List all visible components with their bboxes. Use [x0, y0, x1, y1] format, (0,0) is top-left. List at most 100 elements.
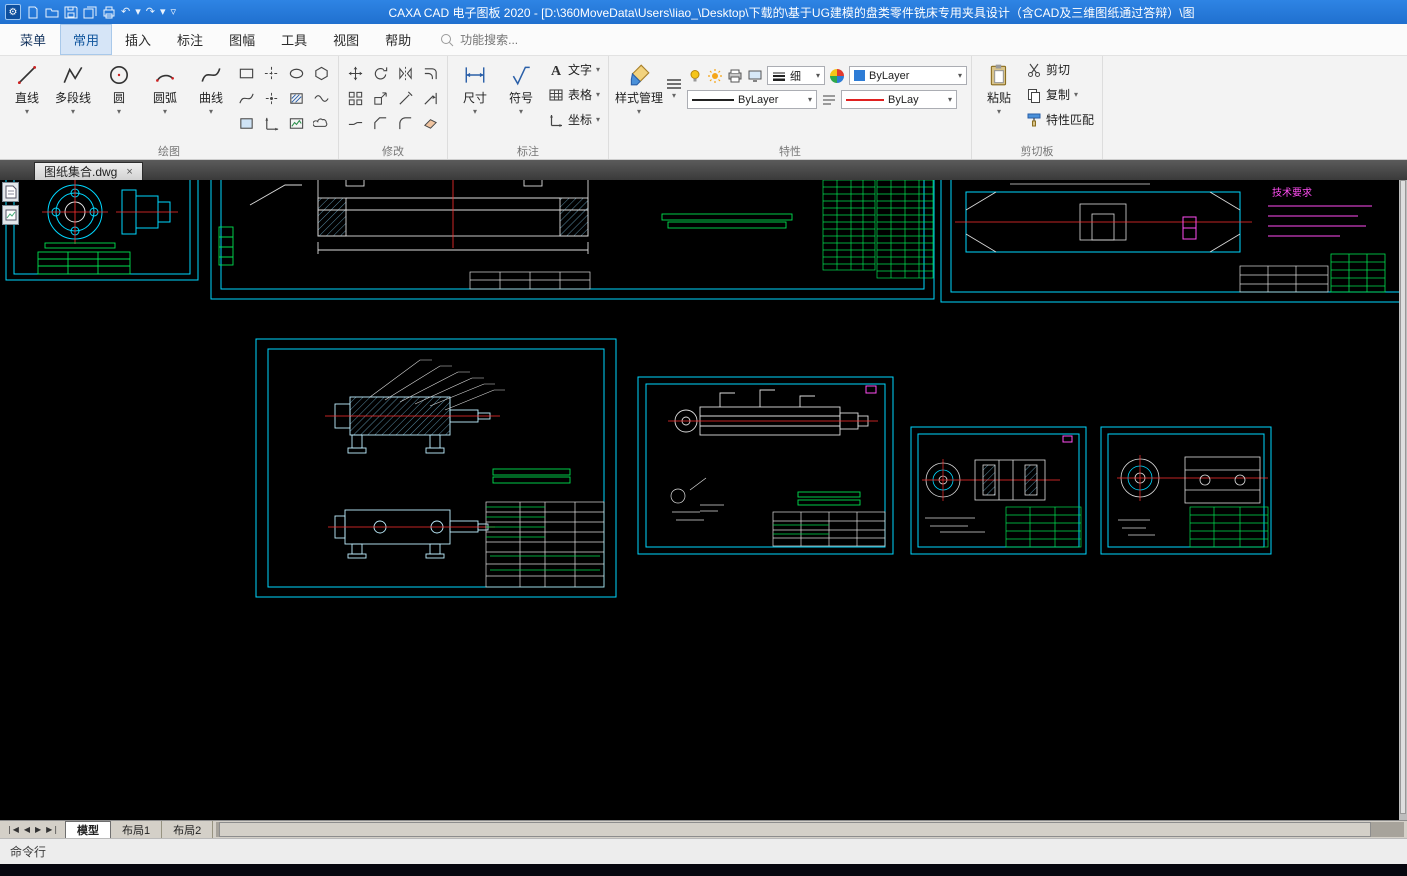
tech-requirements-title: 技术要求: [1272, 186, 1312, 199]
tab-layout2[interactable]: 布局2: [162, 821, 214, 838]
hatch-icon[interactable]: [288, 90, 305, 107]
last-sheet-icon[interactable]: ▶❘: [45, 825, 60, 834]
new-file-icon[interactable]: [26, 6, 40, 19]
match-properties-button[interactable]: 特性匹配: [1022, 107, 1098, 132]
rotate-icon[interactable]: [372, 65, 389, 82]
color-combo[interactable]: ByLayer ▾: [849, 66, 968, 85]
cad-drawing-canvas[interactable]: 技术要求: [0, 180, 1399, 820]
command-line-label: 命令行: [10, 845, 47, 859]
cut-button[interactable]: 剪切: [1022, 57, 1098, 82]
style-manager-button[interactable]: 样式管理 ▾: [613, 57, 665, 116]
app-logo-icon[interactable]: ⚙: [5, 4, 21, 20]
spline-small-icon[interactable]: [238, 90, 255, 107]
tab-model[interactable]: 模型: [65, 821, 112, 838]
centerline-icon[interactable]: [263, 65, 280, 82]
search-input[interactable]: [460, 32, 556, 47]
save-icon[interactable]: [64, 6, 78, 19]
region-icon[interactable]: [238, 115, 255, 132]
vertical-scrollbar-thumb[interactable]: [1400, 180, 1406, 814]
symbol-tool-button[interactable]: 符号 ▾: [498, 57, 544, 116]
vertical-scrollbar[interactable]: [1399, 180, 1407, 820]
menu-button[interactable]: 菜单: [6, 24, 60, 55]
trim-icon[interactable]: [397, 90, 414, 107]
properties-panel-icon[interactable]: [2, 182, 19, 202]
point-icon[interactable]: [263, 90, 280, 107]
library-panel-icon[interactable]: [2, 205, 19, 225]
wave-icon[interactable]: [313, 90, 330, 107]
sun-icon[interactable]: [707, 68, 723, 84]
color-wheel-icon[interactable]: [829, 68, 845, 84]
ellipse-icon[interactable]: [288, 65, 305, 82]
chamfer-icon[interactable]: [372, 115, 389, 132]
offset-icon[interactable]: [422, 65, 439, 82]
first-sheet-icon[interactable]: ❘◀: [5, 825, 20, 834]
redo-icon[interactable]: ↷: [146, 6, 155, 19]
fillet-icon[interactable]: [397, 115, 414, 132]
rectangle-icon[interactable]: [238, 65, 255, 82]
ribbon-group-clipboard: 粘贴 ▾ 剪切 复制 ▾ 特性匹配 剪切板: [972, 56, 1104, 159]
polygon-icon[interactable]: [313, 65, 330, 82]
tab-layout1[interactable]: 布局1: [111, 821, 163, 838]
tab-view[interactable]: 视图: [320, 24, 372, 55]
tab-tools[interactable]: 工具: [268, 24, 320, 55]
redo-dropdown-icon[interactable]: ▾: [160, 6, 166, 19]
move-icon[interactable]: [347, 65, 364, 82]
circle-tool-button[interactable]: 圆 ▾: [96, 57, 142, 116]
coordinate-tool-button[interactable]: 坐标 ▾: [544, 107, 604, 132]
text-tool-button[interactable]: A 文字 ▾: [544, 57, 604, 82]
printer-small-icon[interactable]: [727, 68, 743, 84]
bottom-strip: [0, 864, 1407, 876]
horizontal-scrollbar[interactable]: [216, 822, 1404, 837]
copy-button[interactable]: 复制 ▾: [1022, 82, 1098, 107]
print-icon[interactable]: [102, 6, 116, 19]
match-layer-icon[interactable]: [821, 92, 837, 108]
document-tab[interactable]: 图纸集合.dwg ×: [34, 162, 143, 180]
tab-home[interactable]: 常用: [60, 24, 113, 55]
paste-button[interactable]: 粘贴 ▾: [976, 57, 1022, 116]
dimension-tool-button[interactable]: 尺寸 ▾: [452, 57, 498, 116]
chevron-down-icon: ▾: [816, 71, 821, 80]
axis-icon[interactable]: [263, 115, 280, 132]
tab-insert[interactable]: 插入: [112, 24, 164, 55]
scale-icon[interactable]: [372, 90, 389, 107]
polyline-tool-button[interactable]: 多段线 ▾: [50, 57, 96, 116]
revision-cloud-icon[interactable]: [313, 115, 330, 132]
undo-dropdown-icon[interactable]: ▾: [135, 6, 141, 19]
canvas-area[interactable]: 技术要求: [0, 180, 1399, 820]
raster-icon[interactable]: [288, 115, 305, 132]
line-tool-button[interactable]: 直线 ▾: [4, 57, 50, 116]
command-line-panel[interactable]: 命令行: [0, 838, 1407, 864]
tab-sheet[interactable]: 图幅: [216, 24, 268, 55]
save-all-icon[interactable]: [83, 6, 97, 19]
ribbon-group-properties: 样式管理 ▾ ▾ 细 ▾ ByLayer ▾ ByLayer ▾ ByLay ▾…: [609, 56, 973, 159]
table-tool-button[interactable]: 表格 ▾: [544, 82, 604, 107]
close-tab-icon[interactable]: ×: [126, 166, 132, 178]
tab-annotate[interactable]: 标注: [164, 24, 216, 55]
next-sheet-icon[interactable]: ▶: [34, 825, 42, 834]
curve-tool-button[interactable]: 曲线 ▾: [188, 57, 234, 116]
erase-icon[interactable]: [422, 115, 439, 132]
customize-toolbar-icon[interactable]: ▿: [171, 6, 177, 19]
mirror-icon[interactable]: [397, 65, 414, 82]
paintbrush-icon: [627, 63, 651, 87]
search-icon: [441, 33, 454, 46]
open-file-icon[interactable]: [45, 6, 59, 19]
ribbon-group-modify: 修改: [339, 56, 448, 159]
extend-icon[interactable]: [422, 90, 439, 107]
arc-icon: [153, 63, 177, 87]
tab-help[interactable]: 帮助: [372, 24, 424, 55]
bulb-icon[interactable]: [687, 68, 703, 84]
text-icon: A: [551, 64, 562, 78]
layer-list-button[interactable]: ▾: [665, 57, 683, 100]
screen-icon[interactable]: [747, 68, 763, 84]
linetype-combo[interactable]: ByLayer ▾: [687, 90, 818, 109]
lineweight-combo[interactable]: 细 ▾: [767, 66, 826, 85]
undo-icon[interactable]: ↶: [121, 6, 130, 19]
break-icon[interactable]: [347, 115, 364, 132]
horizontal-scrollbar-thumb[interactable]: [219, 822, 1372, 837]
caxa-cad-window: ⚙ ↶ ▾ ↷ ▾ ▿ CAXA CAD 电子图板 2020 - [D:\360…: [0, 0, 1407, 876]
arc-tool-button[interactable]: 圆弧 ▾: [142, 57, 188, 116]
array-icon[interactable]: [347, 90, 364, 107]
linewidth-combo[interactable]: ByLay ▾: [841, 90, 958, 109]
prev-sheet-icon[interactable]: ◀: [23, 825, 31, 834]
